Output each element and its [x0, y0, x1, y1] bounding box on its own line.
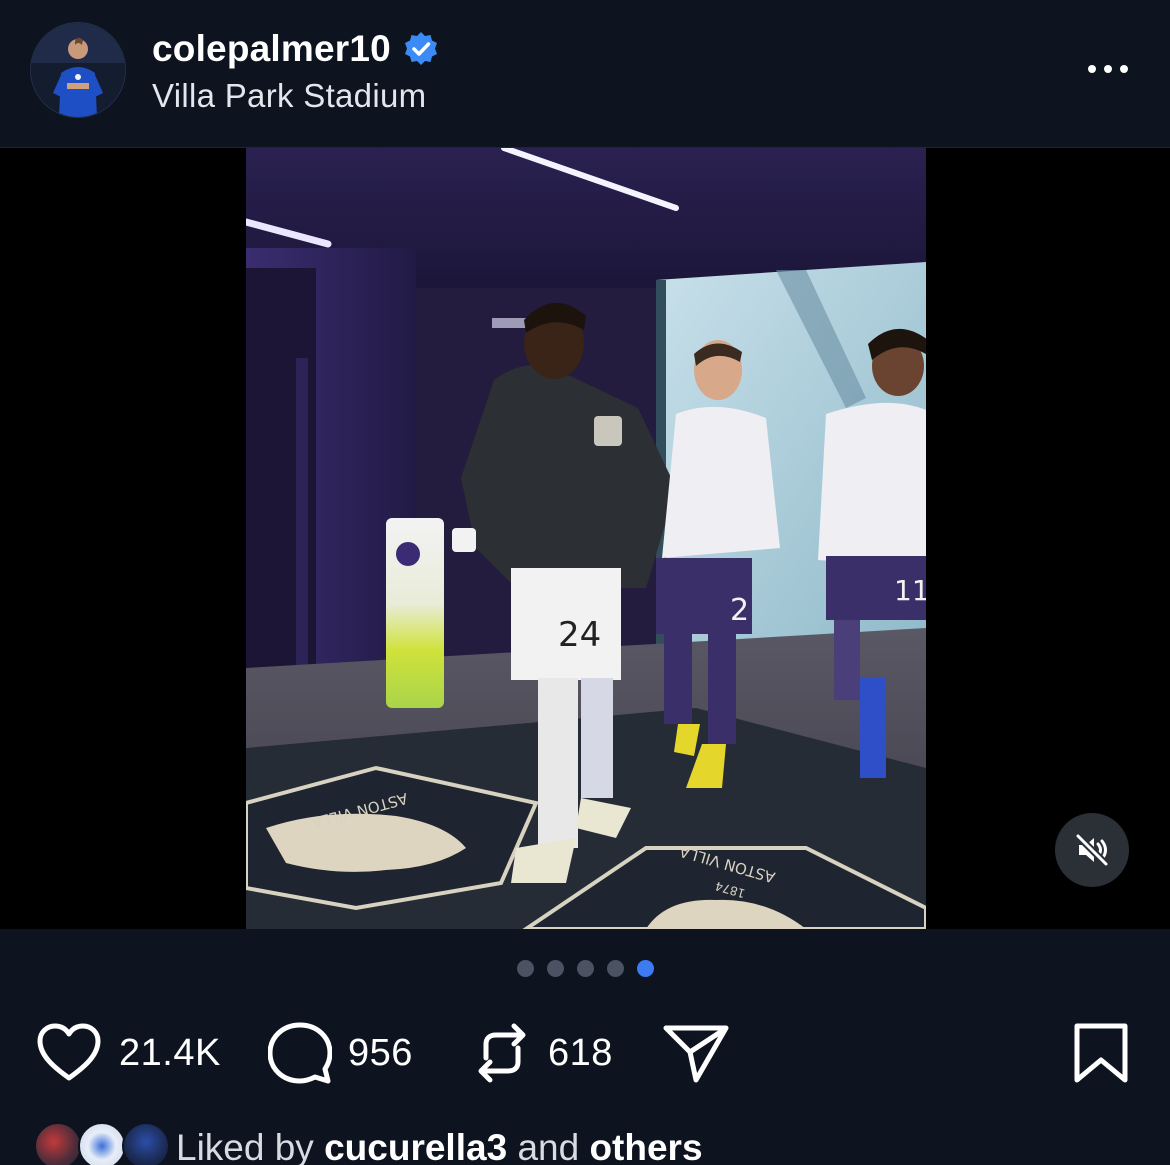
liked-by-others[interactable]: others: [589, 1127, 702, 1165]
username-row: colepalmer10: [152, 26, 439, 72]
post-view: colepalmer10 Villa Park Stadium ASTON VI…: [0, 0, 1170, 1165]
liked-by-middle: and: [517, 1127, 580, 1165]
share-button[interactable]: [662, 1015, 730, 1091]
comment-icon: [268, 1022, 332, 1084]
more-options-button[interactable]: [1078, 54, 1138, 84]
verified-badge-icon: [403, 31, 439, 67]
page-dot[interactable]: [517, 960, 534, 977]
like-count: 21.4K: [119, 1031, 221, 1074]
video-frame[interactable]: ASTON VILLA ASTON VILLA 24 2 11 1874: [246, 148, 926, 929]
avatar-image: [31, 23, 125, 117]
page-dot[interactable]: [607, 960, 624, 977]
page-dot-active[interactable]: [637, 960, 654, 977]
avatar: [34, 1122, 82, 1165]
username[interactable]: colepalmer10: [152, 28, 391, 70]
post-media[interactable]: ASTON VILLA ASTON VILLA 24 2 11 1874: [0, 148, 1170, 929]
bookmark-icon: [1074, 1023, 1128, 1083]
liked-by-text: Liked by cucurella3 and others: [176, 1127, 703, 1165]
shorts-number: 24: [558, 615, 601, 655]
teammate-number-2: 11: [894, 574, 926, 607]
post-location[interactable]: Villa Park Stadium: [152, 77, 426, 115]
media-pagination: [0, 960, 1170, 986]
avatar: [78, 1122, 126, 1165]
share-icon: [663, 1025, 729, 1083]
repost-icon: [478, 1023, 526, 1083]
post-actions: 21.4K 956 618: [0, 1015, 1170, 1095]
volume-muted-icon: [1074, 832, 1110, 868]
page-dot[interactable]: [547, 960, 564, 977]
post-header: colepalmer10 Villa Park Stadium: [0, 0, 1170, 148]
avatar[interactable]: [31, 23, 125, 117]
avatar: [122, 1122, 170, 1165]
liked-by-avatars: [34, 1120, 170, 1165]
page-dot[interactable]: [577, 960, 594, 977]
more-icon: [1088, 65, 1096, 73]
liked-by-row[interactable]: Liked by cucurella3 and others: [34, 1120, 1170, 1165]
comment-count: 956: [348, 1031, 413, 1074]
mute-toggle-button[interactable]: [1055, 813, 1129, 887]
more-icon-dot: [1120, 65, 1128, 73]
bookmark-button[interactable]: [1072, 1015, 1130, 1091]
video-still: ASTON VILLA ASTON VILLA 24 2 11 1874: [246, 148, 926, 929]
repost-button[interactable]: 618: [472, 1015, 613, 1091]
comment-button[interactable]: 956: [268, 1015, 413, 1091]
teammate-number-1: 2: [730, 593, 749, 628]
liked-by-user[interactable]: cucurella3: [324, 1127, 507, 1165]
heart-icon: [37, 1023, 101, 1081]
liked-by-prefix: Liked by: [176, 1127, 314, 1165]
more-icon-dot: [1104, 65, 1112, 73]
like-button[interactable]: 21.4K: [35, 1015, 221, 1091]
repost-count: 618: [548, 1031, 613, 1074]
